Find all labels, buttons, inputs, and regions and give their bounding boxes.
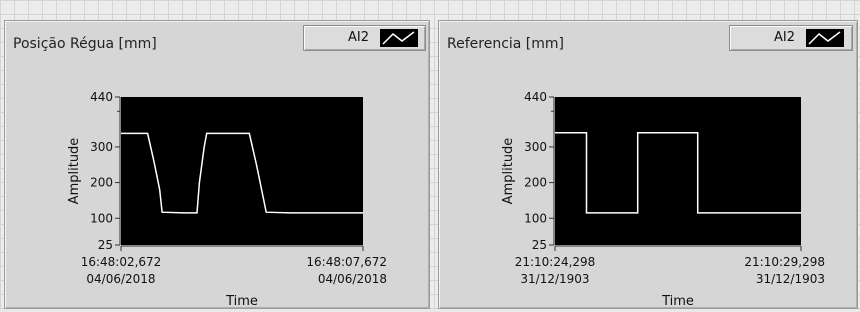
x-tick-time-label: 16:48:07,672 — [306, 255, 387, 269]
waveform-graph[interactable]: 440 300 200 100 25 Amplitude 21:10:24,298 31/12… — [439, 57, 857, 309]
legend-label: AI2 — [774, 30, 795, 45]
y-tick-label: 25 — [532, 238, 547, 252]
x-axis-label: Time — [225, 294, 258, 308]
plot-legend[interactable]: AI2 — [729, 25, 853, 51]
y-tick-label: 300 — [90, 140, 113, 154]
x-tick-time-label: 21:10:29,298 — [744, 255, 825, 269]
y-axis-label: Amplitude — [501, 138, 516, 205]
plot-area — [121, 97, 363, 245]
y-tick-label: 440 — [90, 90, 113, 104]
y-tick-label: 440 — [524, 90, 547, 104]
line-plot-icon — [380, 29, 418, 47]
chart-panel-referencia: Referencia [mm] AI2 440 300 200 100 25 Amplit… — [438, 20, 858, 309]
y-axis-label: Amplitude — [67, 138, 82, 205]
x-tick-time-label: 16:48:02,672 — [81, 255, 162, 269]
y-tick-label: 200 — [90, 176, 113, 190]
panel-title: Posição Régua [mm] — [13, 36, 157, 52]
y-tick-label: 200 — [524, 176, 547, 190]
plot-legend[interactable]: AI2 — [303, 25, 426, 51]
x-tick-date-label: 04/06/2018 — [86, 272, 155, 286]
y-tick-label: 300 — [524, 140, 547, 154]
x-tick-date-label: 31/12/1903 — [520, 272, 589, 286]
x-axis-label: Time — [661, 294, 694, 308]
y-tick-label: 25 — [98, 238, 113, 252]
chart-panel-posicao-regua: Posição Régua [mm] AI2 440 300 200 100 25 Amp… — [4, 20, 430, 309]
waveform-graph[interactable]: 440 300 200 100 25 Amplitude 16:48:02,672 04/06… — [5, 57, 429, 309]
y-tick-label: 100 — [90, 211, 113, 225]
plot-area — [555, 97, 801, 245]
y-tick-label: 100 — [524, 211, 547, 225]
x-tick-date-label: 04/06/2018 — [318, 272, 387, 286]
line-plot-icon — [806, 29, 844, 47]
panel-title: Referencia [mm] — [447, 36, 565, 52]
x-tick-date-label: 31/12/1903 — [756, 272, 825, 286]
legend-label: AI2 — [348, 30, 369, 45]
x-tick-time-label: 21:10:24,298 — [515, 255, 596, 269]
